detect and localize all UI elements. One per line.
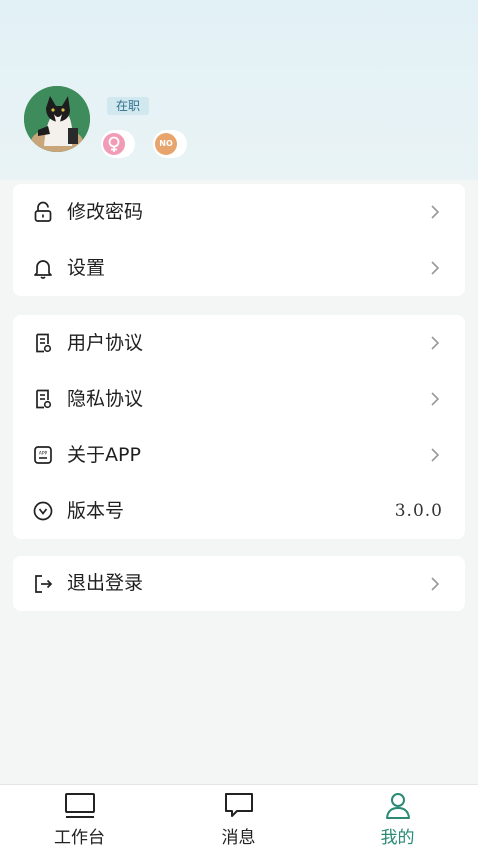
menu-item-label: 隐私协议 [67, 388, 144, 410]
logout-icon [35, 575, 53, 593]
menu-item-about-app[interactable]: APP 关于APP [13, 427, 465, 483]
menu-item-user-agreement[interactable]: 用户协议 [13, 315, 465, 371]
menu-item-settings[interactable]: 设置 [13, 240, 465, 296]
document-icon [36, 333, 52, 353]
no-badge-icon: NO [155, 133, 177, 155]
app-info-icon: APP [34, 446, 52, 464]
settings-card-info: 用户协议 隐私协议 APP 关于APP 版本号 3.0.0 [13, 315, 465, 539]
menu-item-label: 用户协议 [67, 332, 144, 354]
menu-item-label: 版本号 [67, 500, 125, 522]
avatar[interactable] [24, 86, 90, 152]
chevron-right-icon [431, 577, 440, 591]
settings-card-logout: 退出登录 [13, 556, 465, 611]
tab-label: 工作台 [54, 828, 105, 848]
cat-avatar-image [24, 86, 90, 152]
badge-female [101, 130, 135, 158]
tab-mine[interactable]: 我的 [318, 785, 477, 851]
employment-status-tag: 在职 [107, 97, 150, 115]
chevron-right-icon [431, 205, 440, 219]
menu-item-logout[interactable]: 退出登录 [13, 556, 465, 611]
tab-label: 我的 [380, 828, 415, 848]
badge-no: NO [153, 130, 187, 158]
chevron-right-icon [431, 448, 440, 462]
tab-workbench[interactable]: 工作台 [0, 785, 159, 851]
tab-label: 消息 [221, 828, 256, 848]
menu-item-change-password[interactable]: 修改密码 [13, 184, 465, 240]
tab-messages[interactable]: 消息 [159, 785, 318, 851]
user-icon [386, 793, 410, 819]
settings-card-account: 修改密码 设置 [13, 184, 465, 296]
menu-item-label: 退出登录 [67, 572, 144, 594]
chevron-right-icon [431, 392, 440, 406]
svg-text:APP: APP [39, 451, 48, 457]
menu-item-label: 修改密码 [67, 201, 144, 223]
menu-item-version: 版本号 3.0.0 [13, 483, 465, 539]
menu-item-privacy-agreement[interactable]: 隐私协议 [13, 371, 465, 427]
bottom-tab-bar: 工作台 消息 我的 [0, 784, 478, 851]
menu-item-label: 关于APP [67, 444, 141, 466]
female-gender-icon [103, 133, 125, 155]
menu-item-label: 设置 [67, 257, 106, 279]
bell-icon [34, 260, 52, 279]
chevron-circle-icon [33, 501, 53, 521]
chevron-right-icon [431, 261, 440, 275]
monitor-icon [65, 793, 95, 818]
document-icon [36, 389, 52, 409]
message-icon [225, 793, 253, 817]
unlock-icon [34, 201, 52, 222]
version-number: 3.0.0 [394, 501, 443, 521]
chevron-right-icon [431, 336, 440, 350]
